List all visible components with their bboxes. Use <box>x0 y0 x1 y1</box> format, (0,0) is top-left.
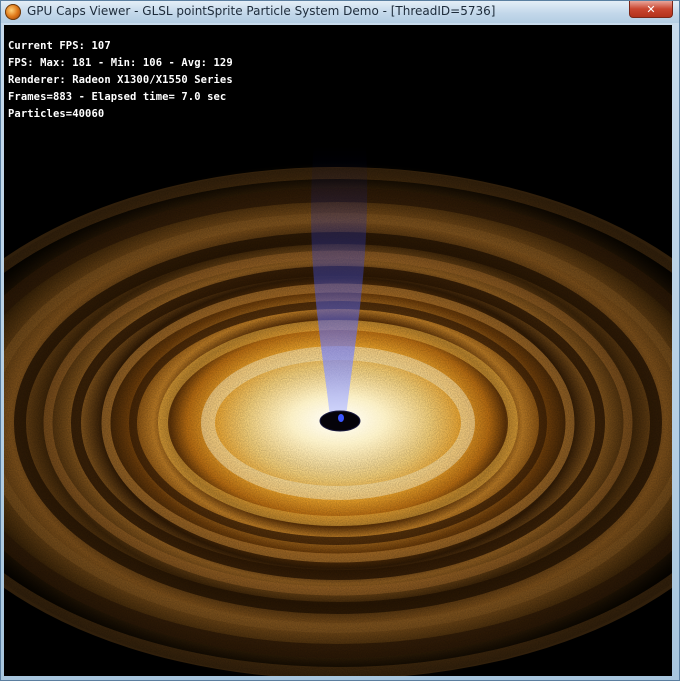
center-blue-point <box>338 414 344 422</box>
app-icon <box>5 4 21 20</box>
close-icon: ✕ <box>646 2 656 16</box>
app-window: GPU Caps Viewer - GLSL pointSprite Parti… <box>0 0 680 681</box>
stat-renderer: Renderer: Radeon X1300/X1550 Series <box>8 74 233 86</box>
stat-current-fps: Current FPS: 107 <box>8 40 111 52</box>
render-viewport[interactable]: Current FPS: 107 FPS: Max: 181 - Min: 10… <box>4 25 672 676</box>
stat-fps-summary: FPS: Max: 181 - Min: 106 - Avg: 129 <box>8 57 233 69</box>
window-title: GPU Caps Viewer - GLSL pointSprite Parti… <box>27 4 496 18</box>
title-bar[interactable]: GPU Caps Viewer - GLSL pointSprite Parti… <box>1 1 679 23</box>
stats-overlay: Current FPS: 107 FPS: Max: 181 - Min: 10… <box>8 38 233 123</box>
close-button[interactable]: ✕ <box>629 1 673 18</box>
stat-particles: Particles=40060 <box>8 108 105 120</box>
stat-frames: Frames=883 - Elapsed time= 7.0 sec <box>8 91 227 103</box>
